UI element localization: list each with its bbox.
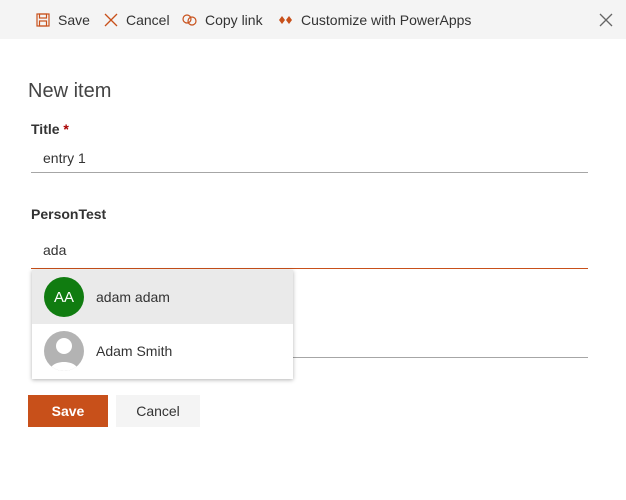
cancel-command[interactable]: Cancel [104, 0, 170, 39]
person-placeholder-icon [50, 338, 78, 371]
title-input-value: entry 1 [43, 150, 86, 166]
cancel-button[interactable]: Cancel [116, 395, 200, 427]
customize-powerapps-command[interactable]: Customize with PowerApps [278, 0, 471, 39]
copy-link-label: Copy link [205, 11, 263, 28]
suggestion-item[interactable]: Adam Smith [32, 324, 293, 378]
persontest-people-picker-input[interactable]: ada [31, 239, 588, 269]
persontest-input-underline [31, 268, 588, 269]
link-icon [182, 13, 197, 26]
persontest-input-value: ada [43, 242, 67, 258]
page-title: New item [28, 80, 112, 102]
persontest-field-label: PersonTest [31, 206, 107, 222]
title-input-underline [31, 172, 588, 173]
cancel-command-label: Cancel [126, 11, 170, 28]
close-icon[interactable] [598, 12, 614, 28]
customize-label: Customize with PowerApps [301, 11, 472, 28]
title-input[interactable]: entry 1 [31, 143, 588, 173]
suggestion-name: adam adam [96, 289, 170, 305]
command-bar: Save Cancel Copy link Customize with Pow… [0, 0, 626, 39]
suggestion-item[interactable]: AA adam adam [32, 270, 293, 324]
title-label-text: Title [31, 121, 60, 137]
copy-link-command[interactable]: Copy link [182, 0, 263, 39]
hidden-field-underline [293, 357, 588, 358]
save-command-label: Save [58, 11, 90, 28]
required-marker: * [63, 121, 69, 137]
save-button[interactable]: Save [28, 395, 108, 427]
suggestion-name: Adam Smith [96, 343, 173, 359]
avatar [44, 331, 84, 371]
avatar-initials: AA [53, 288, 74, 306]
powerapps-icon [279, 15, 292, 24]
avatar: AA [44, 277, 84, 317]
cancel-icon [104, 13, 118, 26]
save-command[interactable]: Save [36, 0, 90, 39]
title-field-label: Title * [31, 121, 69, 137]
people-suggestions-dropdown: AA adam adam Adam Smith [32, 270, 293, 379]
save-icon [36, 12, 50, 27]
